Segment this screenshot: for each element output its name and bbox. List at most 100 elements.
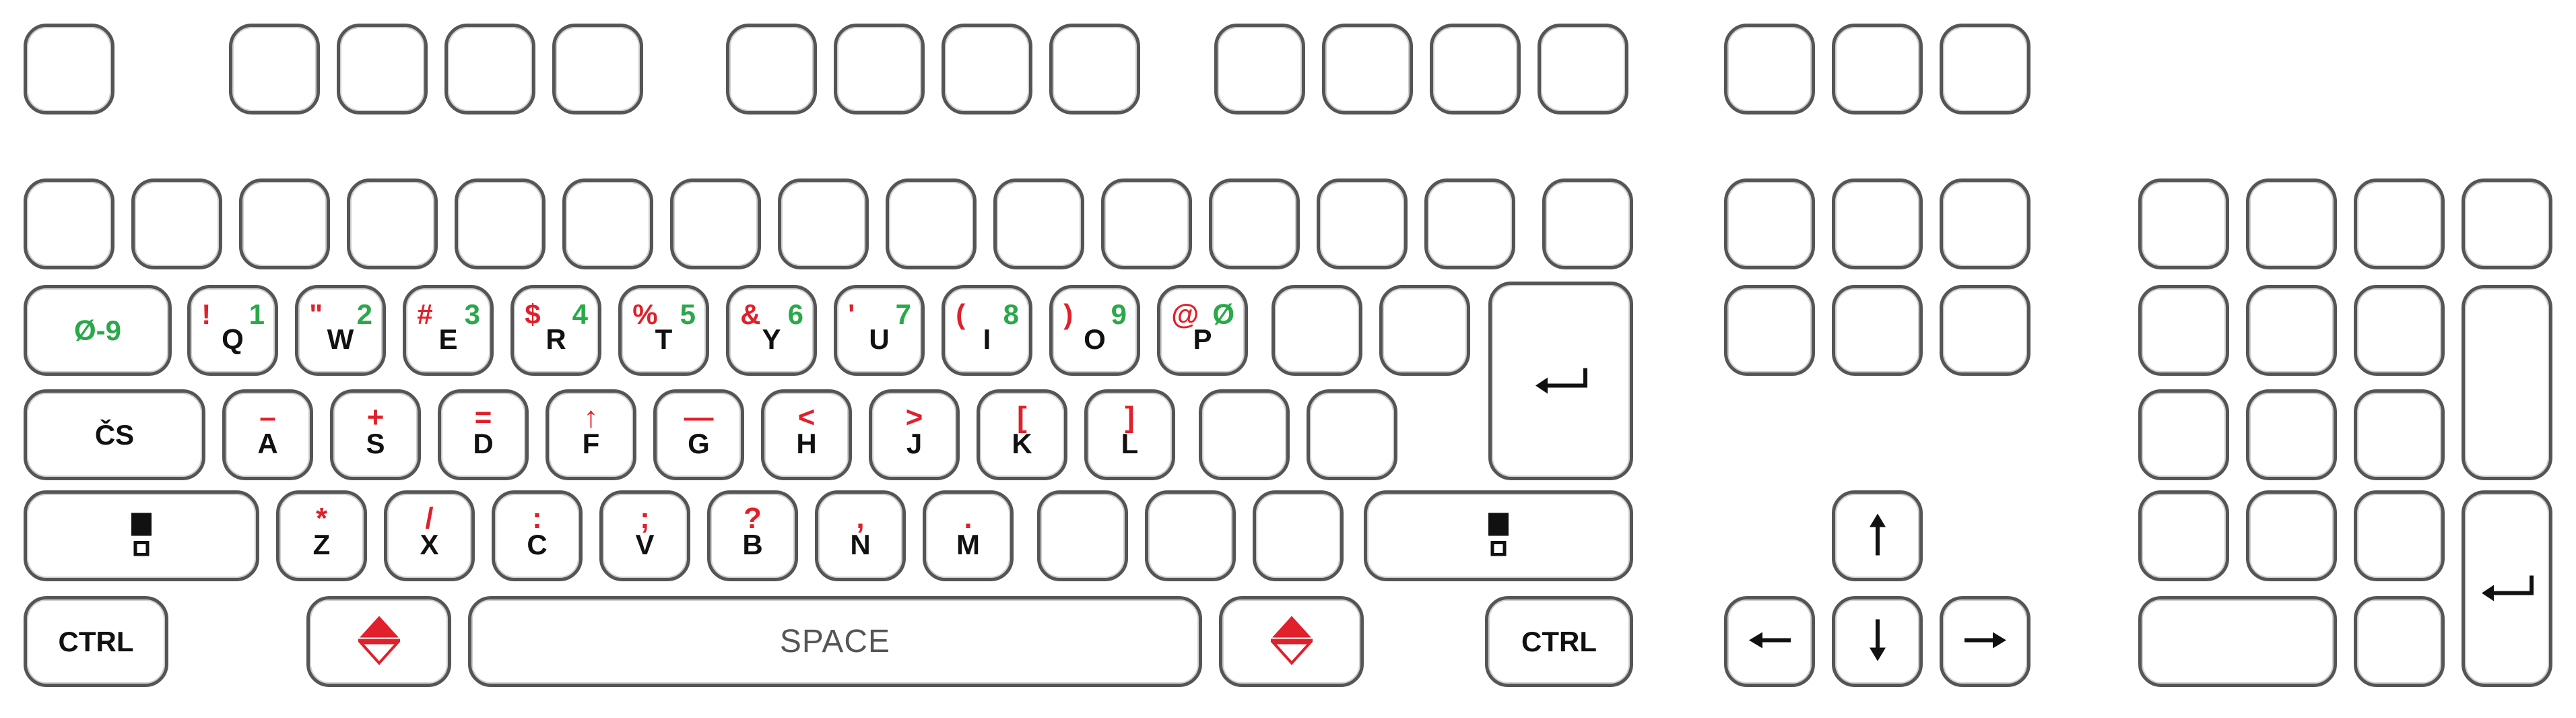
function-key[interactable] xyxy=(1940,24,2030,115)
key-t[interactable]: T% 5 xyxy=(618,285,709,376)
function-key[interactable] xyxy=(1214,24,1305,115)
numpad-key[interactable] xyxy=(2354,178,2445,269)
nav-key[interactable] xyxy=(1832,285,1923,376)
numpad-key[interactable] xyxy=(2354,596,2445,687)
function-key[interactable] xyxy=(337,24,428,115)
function-key[interactable] xyxy=(726,24,817,115)
key-j[interactable]: > J xyxy=(869,389,960,480)
number-row-key[interactable] xyxy=(24,178,114,269)
key-o[interactable]: O) 9 xyxy=(1049,285,1140,376)
number-row-key[interactable] xyxy=(886,178,977,269)
key-b[interactable]: ? B xyxy=(707,490,798,581)
function-key[interactable] xyxy=(24,24,114,115)
function-key[interactable] xyxy=(942,24,1032,115)
number-row-key[interactable] xyxy=(778,178,869,269)
symbol-shift-left-key[interactable] xyxy=(306,596,451,687)
numpad-key[interactable] xyxy=(2138,490,2229,581)
function-key[interactable] xyxy=(834,24,925,115)
key-a[interactable]: – A xyxy=(222,389,313,480)
function-key[interactable] xyxy=(552,24,643,115)
numpad-key[interactable] xyxy=(2246,389,2337,480)
numpad-key[interactable] xyxy=(2246,285,2337,376)
numpad-key[interactable] xyxy=(2462,178,2552,269)
function-key[interactable] xyxy=(1322,24,1413,115)
number-row-key[interactable] xyxy=(1424,178,1515,269)
numpad-key[interactable] xyxy=(2246,178,2337,269)
ctrl-right-key[interactable]: CTRL xyxy=(1485,596,1633,687)
function-key[interactable] xyxy=(1049,24,1140,115)
enter-key[interactable] xyxy=(1488,282,1633,480)
symbol-shift-right-key[interactable] xyxy=(1219,596,1364,687)
number-row-key[interactable] xyxy=(562,178,653,269)
left-shift-key[interactable] xyxy=(24,490,259,581)
ctrl-left-key[interactable]: CTRL xyxy=(24,596,168,687)
key-d[interactable]: = D xyxy=(438,389,529,480)
blank-key[interactable] xyxy=(1307,389,1397,480)
numpad-key[interactable] xyxy=(2138,178,2229,269)
function-key[interactable] xyxy=(1832,24,1923,115)
numpad-tall-key[interactable] xyxy=(2462,285,2552,480)
key-h[interactable]: < H xyxy=(761,389,852,480)
nav-key[interactable] xyxy=(1940,285,2030,376)
numpad-key[interactable] xyxy=(2246,490,2337,581)
function-key[interactable] xyxy=(1430,24,1521,115)
key-z[interactable]: * Z xyxy=(276,490,367,581)
key-p[interactable]: P @ Ø xyxy=(1157,285,1248,376)
mode-key-digits[interactable]: Ø-9 xyxy=(24,285,172,376)
space-key[interactable]: SPACE xyxy=(468,596,1202,687)
key-l[interactable]: ] L xyxy=(1084,389,1175,480)
key-v[interactable]: ; V xyxy=(599,490,690,581)
number-row-key[interactable] xyxy=(1209,178,1300,269)
key-m[interactable]: .M xyxy=(923,490,1014,581)
numpad-key[interactable] xyxy=(2354,389,2445,480)
function-key[interactable] xyxy=(1724,24,1815,115)
key-f[interactable]: ↑ F xyxy=(546,389,636,480)
key-r[interactable]: R $4 xyxy=(510,285,601,376)
function-key[interactable] xyxy=(229,24,320,115)
mode-key-cs[interactable]: ČS xyxy=(24,389,205,480)
number-row-key[interactable] xyxy=(1542,178,1633,269)
key-w[interactable]: W " 2 xyxy=(295,285,386,376)
key-c[interactable]: :C xyxy=(492,490,583,581)
key-i[interactable]: I(8 xyxy=(942,285,1032,376)
nav-key[interactable] xyxy=(1724,285,1815,376)
blank-key[interactable] xyxy=(1272,285,1362,376)
numpad-key[interactable] xyxy=(2138,596,2337,687)
arrow-down-key[interactable] xyxy=(1832,596,1923,687)
number-row-key[interactable] xyxy=(455,178,546,269)
key-e[interactable]: E #3 xyxy=(403,285,494,376)
numpad-key[interactable] xyxy=(2138,389,2229,480)
numpad-key[interactable] xyxy=(2354,490,2445,581)
blank-key[interactable] xyxy=(1379,285,1470,376)
key-u[interactable]: U ' 7 xyxy=(834,285,925,376)
right-shift-key[interactable] xyxy=(1364,490,1633,581)
number-row-key[interactable] xyxy=(993,178,1084,269)
numpad-enter-key[interactable] xyxy=(2462,490,2552,687)
blank-key[interactable] xyxy=(1253,490,1344,581)
key-s[interactable]: + S xyxy=(330,389,421,480)
key-k[interactable]: [K xyxy=(977,389,1067,480)
key-y[interactable]: Y & 6 xyxy=(726,285,817,376)
key-n[interactable]: ,N xyxy=(815,490,906,581)
numpad-key[interactable] xyxy=(2354,285,2445,376)
numpad-key[interactable] xyxy=(2138,285,2229,376)
key-q[interactable]: Q! 1 xyxy=(187,285,278,376)
key-x[interactable]: / X xyxy=(384,490,475,581)
key-g[interactable]: — G xyxy=(653,389,744,480)
blank-key[interactable] xyxy=(1145,490,1236,581)
number-row-key[interactable] xyxy=(670,178,761,269)
nav-key[interactable] xyxy=(1832,178,1923,269)
blank-key[interactable] xyxy=(1037,490,1128,581)
blank-key[interactable] xyxy=(1199,389,1290,480)
arrow-up-key[interactable] xyxy=(1832,490,1923,581)
function-key[interactable] xyxy=(444,24,535,115)
number-row-key[interactable] xyxy=(239,178,330,269)
nav-key[interactable] xyxy=(1940,178,2030,269)
arrow-left-key[interactable] xyxy=(1724,596,1815,687)
nav-key[interactable] xyxy=(1724,178,1815,269)
arrow-right-key[interactable] xyxy=(1940,596,2030,687)
number-row-key[interactable] xyxy=(347,178,438,269)
number-row-key[interactable] xyxy=(1101,178,1192,269)
function-key[interactable] xyxy=(1538,24,1628,115)
number-row-key[interactable] xyxy=(1317,178,1408,269)
